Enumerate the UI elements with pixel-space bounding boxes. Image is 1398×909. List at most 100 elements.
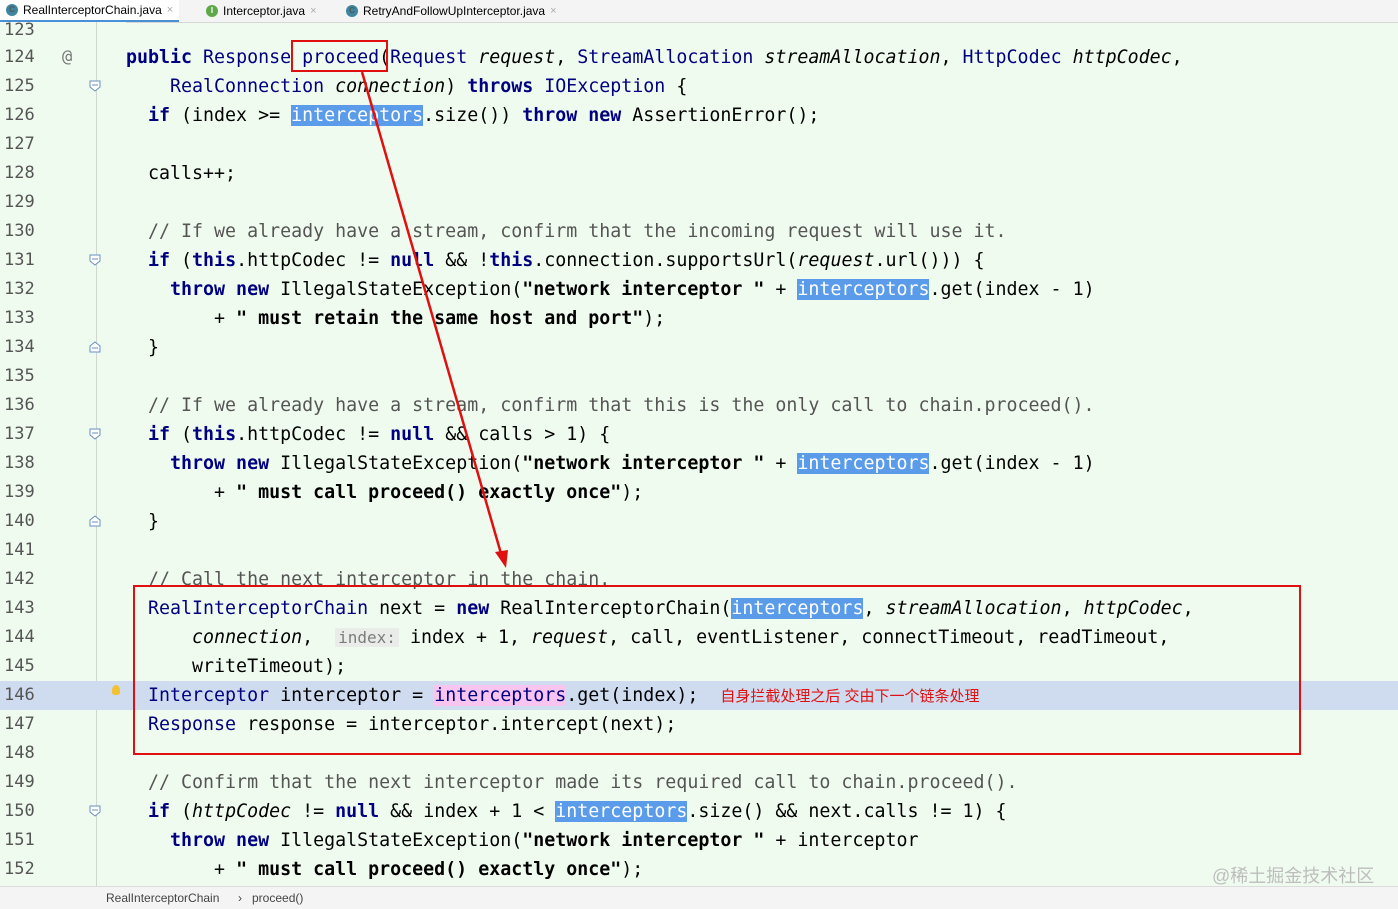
- close-icon[interactable]: ×: [550, 1, 556, 21]
- line-number: 147: [4, 714, 35, 734]
- close-icon[interactable]: ×: [167, 0, 173, 20]
- code-line: 137 if (this.httpCodec != null && calls …: [0, 420, 1398, 449]
- code-line: 134 }: [0, 333, 1398, 362]
- code-text: writeTimeout);: [126, 656, 347, 677]
- code-editor[interactable]: 123 124 @ public Response proceed(Reques…: [0, 22, 1398, 886]
- code-comment: // Call the next interceptor in the chai…: [126, 569, 611, 590]
- code-text: throw new IllegalStateException("network…: [126, 453, 1095, 474]
- line-number: 132: [4, 279, 35, 299]
- code-line: 127: [0, 130, 1398, 159]
- line-number: 129: [4, 192, 35, 212]
- code-text: if (this.httpCodec != null && !this.conn…: [126, 250, 985, 271]
- code-line: 135: [0, 362, 1398, 391]
- code-text: RealInterceptorChain next = new RealInte…: [126, 598, 1194, 619]
- line-number: 139: [4, 482, 35, 502]
- code-line: 126 if (index >= interceptors.size()) th…: [0, 101, 1398, 130]
- line-number: 146: [4, 685, 35, 705]
- code-line: 151 throw new IllegalStateException("net…: [0, 826, 1398, 855]
- code-text: + " must retain the same host and port")…: [126, 308, 666, 329]
- breadcrumb-class[interactable]: RealInterceptorChain: [106, 891, 219, 905]
- line-number: 135: [4, 366, 35, 386]
- code-text: }: [126, 337, 160, 358]
- fold-icon[interactable]: [89, 80, 101, 92]
- parameter-hint: index:: [335, 628, 399, 647]
- tab-label: Interceptor.java: [223, 4, 306, 18]
- code-line: 128 calls++;: [0, 159, 1398, 188]
- code-line: 131 if (this.httpCodec != null && !this.…: [0, 246, 1398, 275]
- fold-icon[interactable]: [89, 428, 101, 440]
- fold-icon[interactable]: [89, 805, 101, 817]
- line-number: 144: [4, 627, 35, 647]
- code-line: 139 + " must call proceed() exactly once…: [0, 478, 1398, 507]
- tab-realinterceptorchain[interactable]: C RealInterceptorChain.java ×: [0, 0, 180, 22]
- code-line: 141: [0, 536, 1398, 565]
- code-line: 136 // If we already have a stream, conf…: [0, 391, 1398, 420]
- override-icon[interactable]: @: [62, 43, 72, 72]
- code-text: if (index >= interceptors.size()) throw …: [126, 105, 820, 126]
- fold-icon[interactable]: [89, 254, 101, 266]
- selection-highlight: interceptors: [797, 279, 930, 300]
- code-line: 138 throw new IllegalStateException("net…: [0, 449, 1398, 478]
- code-line: 147 Response response = interceptor.inte…: [0, 710, 1398, 739]
- selection-highlight: interceptors: [555, 801, 688, 822]
- code-text: if (httpCodec != null && index + 1 < int…: [126, 801, 1007, 822]
- line-number: 136: [4, 395, 35, 415]
- line-number: 127: [4, 134, 35, 154]
- breadcrumb-method[interactable]: proceed(): [252, 891, 303, 905]
- code-line: 144 connection, index: index + 1, reques…: [0, 623, 1398, 652]
- fold-end-icon[interactable]: [89, 515, 101, 527]
- fold-end-icon[interactable]: [89, 341, 101, 353]
- selection-highlight: interceptors: [291, 105, 424, 126]
- line-number: 143: [4, 598, 35, 618]
- code-line: 125 RealConnection connection) throws IO…: [0, 72, 1398, 101]
- selection-highlight: interceptors: [797, 453, 930, 474]
- line-number: 138: [4, 453, 35, 473]
- code-line: 148: [0, 739, 1398, 768]
- watermark: @稀土掘金技术社区: [1212, 866, 1375, 886]
- breadcrumb-separator: ›: [238, 891, 242, 905]
- code-comment: // If we already have a stream, confirm …: [126, 221, 1007, 242]
- line-number: 125: [4, 76, 35, 96]
- code-text: + " must call proceed() exactly once");: [126, 482, 644, 503]
- line-number: 126: [4, 105, 35, 125]
- code-text: throw new IllegalStateException("network…: [126, 279, 1095, 300]
- code-text: throw new IllegalStateException("network…: [126, 830, 919, 851]
- line-number: 133: [4, 308, 35, 328]
- code-line: 123: [0, 22, 1398, 45]
- line-number: 149: [4, 772, 35, 792]
- line-number: 123: [4, 22, 35, 40]
- code-text: Response response = interceptor.intercep…: [126, 714, 677, 735]
- line-number: 140: [4, 511, 35, 531]
- code-line: 152 + " must call proceed() exactly once…: [0, 855, 1398, 884]
- line-number: 128: [4, 163, 35, 183]
- class-icon: C: [6, 4, 18, 16]
- interface-icon: I: [206, 5, 218, 17]
- close-icon[interactable]: ×: [310, 1, 316, 21]
- editor-tab-bar: C RealInterceptorChain.java × I Intercep…: [0, 0, 1398, 23]
- line-number: 150: [4, 801, 35, 821]
- line-number: 124: [4, 47, 35, 67]
- code-line: 130 // If we already have a stream, conf…: [0, 217, 1398, 246]
- code-line: 140 }: [0, 507, 1398, 536]
- annotation-text: 自身拦截处理之后 交由下一个链条处理: [720, 688, 980, 705]
- code-line: 145 writeTimeout);: [0, 652, 1398, 681]
- tab-interceptor[interactable]: I Interceptor.java ×: [200, 0, 323, 22]
- code-line: 124 @ public Response proceed(Request re…: [0, 43, 1398, 72]
- line-number: 137: [4, 424, 35, 444]
- code-comment: // If we already have a stream, confirm …: [126, 395, 1095, 416]
- code-text: calls++;: [126, 163, 237, 184]
- code-line: 132 throw new IllegalStateException("net…: [0, 275, 1398, 304]
- code-line: 142 // Call the next interceptor in the …: [0, 565, 1398, 594]
- tab-retryandfollowupinterceptor[interactable]: C RetryAndFollowUpInterceptor.java ×: [340, 0, 563, 22]
- code-comment: // Confirm that the next interceptor mad…: [126, 772, 1018, 793]
- breadcrumb: RealInterceptorChain › proceed(): [0, 886, 1398, 909]
- class-icon: C: [346, 5, 358, 17]
- line-number: 130: [4, 221, 35, 241]
- line-number: 148: [4, 743, 35, 763]
- line-number: 131: [4, 250, 35, 270]
- tab-label: RealInterceptorChain.java: [23, 3, 162, 17]
- code-text: if (this.httpCodec != null && calls > 1)…: [126, 424, 611, 445]
- line-number: 141: [4, 540, 35, 560]
- lightbulb-icon[interactable]: [112, 685, 120, 695]
- line-number: 134: [4, 337, 35, 357]
